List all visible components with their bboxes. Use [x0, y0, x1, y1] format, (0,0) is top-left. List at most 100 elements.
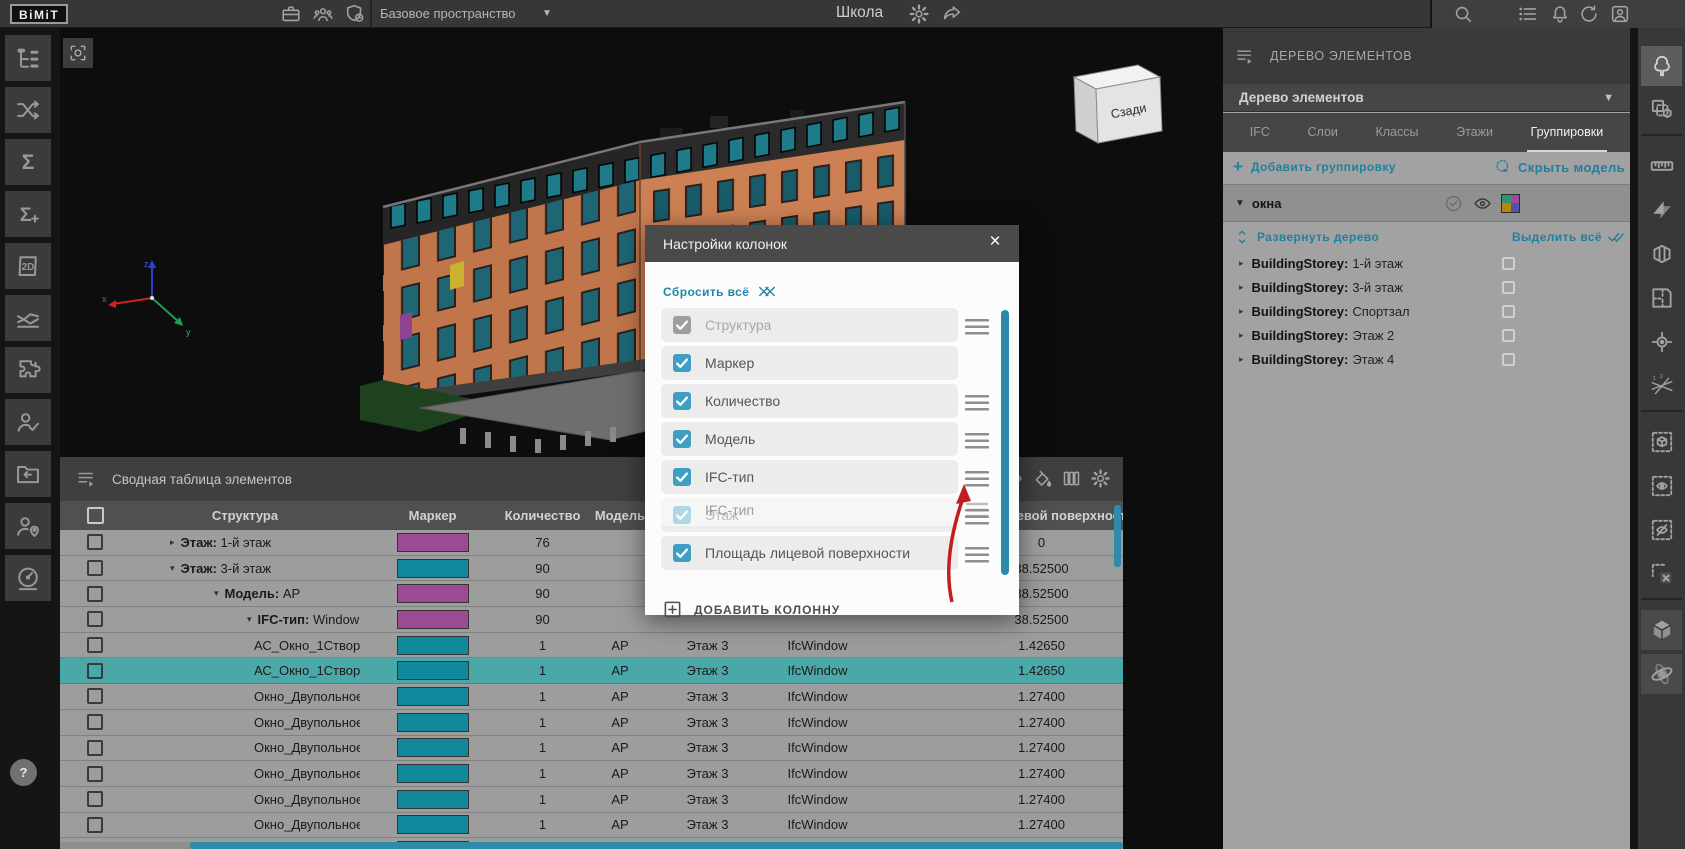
orbit-icon[interactable]: [1641, 654, 1682, 694]
reset-all-button[interactable]: Сбросить всё: [663, 284, 776, 299]
expand-caret-icon[interactable]: ▾: [170, 563, 175, 574]
table-vertical-scrollbar[interactable]: [1114, 505, 1121, 567]
tree-item[interactable]: ▸BuildingStorey:1-й этаж: [1223, 251, 1630, 275]
row-checkbox[interactable]: [87, 688, 103, 704]
model-tree-icon[interactable]: [1641, 46, 1682, 86]
tab-слои[interactable]: Слои: [1304, 113, 1342, 152]
caret-right-icon[interactable]: ▸: [1239, 306, 1244, 317]
expand-caret-icon[interactable]: ▾: [214, 588, 219, 599]
tab-этажи[interactable]: Этажи: [1452, 113, 1497, 152]
column-checkbox[interactable]: [673, 544, 691, 562]
shield-user-icon[interactable]: [344, 3, 366, 25]
table-row[interactable]: Окно_Двупольное_Ф…1АРЭтаж 3IfcWindow1.27…: [60, 761, 1123, 787]
tree-item[interactable]: ▸BuildingStorey:Этаж 4: [1223, 347, 1630, 371]
expand-caret-icon[interactable]: ▸: [170, 537, 175, 548]
caret-right-icon[interactable]: ▸: [1239, 354, 1244, 365]
table-row[interactable]: Окно_Двупольное_Ф…1АРЭтаж 3IfcWindow1.27…: [60, 787, 1123, 813]
fill-color-icon[interactable]: [1032, 468, 1053, 489]
panel-menu-icon[interactable]: [1235, 46, 1256, 67]
check-circle-icon[interactable]: [1443, 193, 1464, 214]
column-checkbox[interactable]: [673, 430, 691, 448]
drag-handle-icon[interactable]: [964, 317, 990, 335]
table-row[interactable]: Окно_Двупольное_Ф…1АРЭтаж 3IfcWindow1.27…: [60, 736, 1123, 762]
project-settings-icon[interactable]: [908, 3, 930, 25]
table-row[interactable]: АС_Окно_1Створка:1…1АРЭтаж 3IfcWindow1.4…: [60, 658, 1123, 684]
row-checkbox[interactable]: [87, 714, 103, 730]
row-checkbox[interactable]: [87, 740, 103, 756]
chart-lines-icon[interactable]: [5, 295, 51, 341]
caret-right-icon[interactable]: ▸: [1239, 258, 1244, 269]
section-plane-icon[interactable]: [1641, 190, 1682, 230]
column-checkbox[interactable]: [673, 354, 691, 372]
plugins-icon[interactable]: [5, 347, 51, 393]
tab-классы[interactable]: Классы: [1371, 113, 1422, 152]
navigation-cube[interactable]: Сзади: [1060, 55, 1190, 155]
table-horizontal-scrollbar[interactable]: [190, 842, 1123, 849]
menu-list-icon[interactable]: [1517, 3, 1539, 25]
row-checkbox[interactable]: [87, 560, 103, 576]
notifications-icon[interactable]: [1549, 3, 1571, 25]
table-menu-icon[interactable]: [76, 468, 98, 490]
grouping-row-okna[interactable]: ▼ окна: [1223, 184, 1630, 222]
column-checkbox[interactable]: [673, 392, 691, 410]
caret-right-icon[interactable]: ▸: [1239, 330, 1244, 341]
drag-handle-icon[interactable]: [964, 393, 990, 411]
help-button[interactable]: ?: [10, 759, 37, 786]
table-row[interactable]: АС_Окно_1Створка:1…1АРЭтаж 3IfcWindow1.4…: [60, 633, 1123, 659]
select-all-checkbox[interactable]: [87, 507, 104, 524]
view-cube-icon[interactable]: [1641, 610, 1682, 650]
show-eye-icon[interactable]: [1641, 466, 1682, 506]
column-checkbox[interactable]: [673, 468, 691, 486]
row-checkbox[interactable]: [87, 791, 103, 807]
section-box-icon[interactable]: [1641, 234, 1682, 274]
tree-item-checkbox[interactable]: [1502, 329, 1515, 342]
add-column-button[interactable]: ДОБАВИТЬ КОЛОННУ: [663, 600, 840, 619]
drag-handle-icon[interactable]: [964, 431, 990, 449]
history-icon[interactable]: [1578, 3, 1600, 25]
ruler-icon[interactable]: [1641, 146, 1682, 186]
hide-eye-icon[interactable]: [1641, 510, 1682, 550]
add-grouping-button[interactable]: Добавить группировку: [1251, 160, 1396, 174]
color-palette-icon[interactable]: [1501, 194, 1520, 213]
shuffle-icon[interactable]: [5, 87, 51, 133]
visibility-eye-icon[interactable]: [1472, 193, 1493, 214]
column-header[interactable]: Маркер: [360, 501, 505, 530]
select-area-icon[interactable]: [1641, 90, 1682, 130]
isolate-box-icon[interactable]: [1641, 422, 1682, 462]
row-checkbox[interactable]: [87, 534, 103, 550]
team-icon[interactable]: [312, 3, 334, 25]
search-icon[interactable]: [1452, 3, 1474, 25]
column-header[interactable]: Количество: [505, 501, 580, 530]
row-checkbox[interactable]: [87, 611, 103, 627]
table-hscroll-track[interactable]: [60, 842, 1123, 849]
row-checkbox[interactable]: [87, 663, 103, 679]
clear-selection-icon[interactable]: [1641, 554, 1682, 594]
folder-import-icon[interactable]: [5, 451, 51, 497]
tree-item[interactable]: ▸BuildingStorey:Этаж 2: [1223, 323, 1630, 347]
column-header[interactable]: Структура: [130, 501, 360, 530]
axis-intersect-icon[interactable]: 12: [1641, 366, 1682, 406]
column-toggle-row[interactable]: Модель: [661, 422, 958, 456]
row-checkbox[interactable]: [87, 817, 103, 833]
table-row[interactable]: Окно_Двупольное_Ф…1АРЭтаж 3IfcWindow1.27…: [60, 813, 1123, 839]
caret-down-icon[interactable]: ▼: [1235, 198, 1245, 209]
settings-icon[interactable]: [1090, 468, 1111, 489]
column-checkbox[interactable]: [673, 316, 691, 334]
table-row[interactable]: Окно_Двупольное_Ф…1АРЭтаж 3IfcWindow1.27…: [60, 710, 1123, 736]
tab-группировки[interactable]: Группировки: [1527, 113, 1608, 152]
structure-tree-icon[interactable]: [5, 35, 51, 81]
select-all-button[interactable]: Выделить всё: [1512, 228, 1625, 246]
hide-model-button[interactable]: Скрыть модель: [1494, 158, 1625, 176]
sum-icon[interactable]: Σ: [5, 139, 51, 185]
sum-add-icon[interactable]: Σ: [5, 191, 51, 237]
caret-right-icon[interactable]: ▸: [1239, 282, 1244, 293]
share-icon[interactable]: [941, 3, 963, 25]
column-toggle-row[interactable]: Количество: [661, 384, 958, 418]
briefcase-icon[interactable]: [280, 3, 302, 25]
column-toggle-row[interactable]: Маркер: [661, 346, 958, 380]
modal-scrollbar[interactable]: [1001, 310, 1009, 575]
app-logo[interactable]: BiMiT: [10, 4, 68, 24]
tree-item-checkbox[interactable]: [1502, 305, 1515, 318]
expand-tree-button[interactable]: Развернуть дерево: [1257, 230, 1379, 244]
user-location-icon[interactable]: [5, 503, 51, 549]
